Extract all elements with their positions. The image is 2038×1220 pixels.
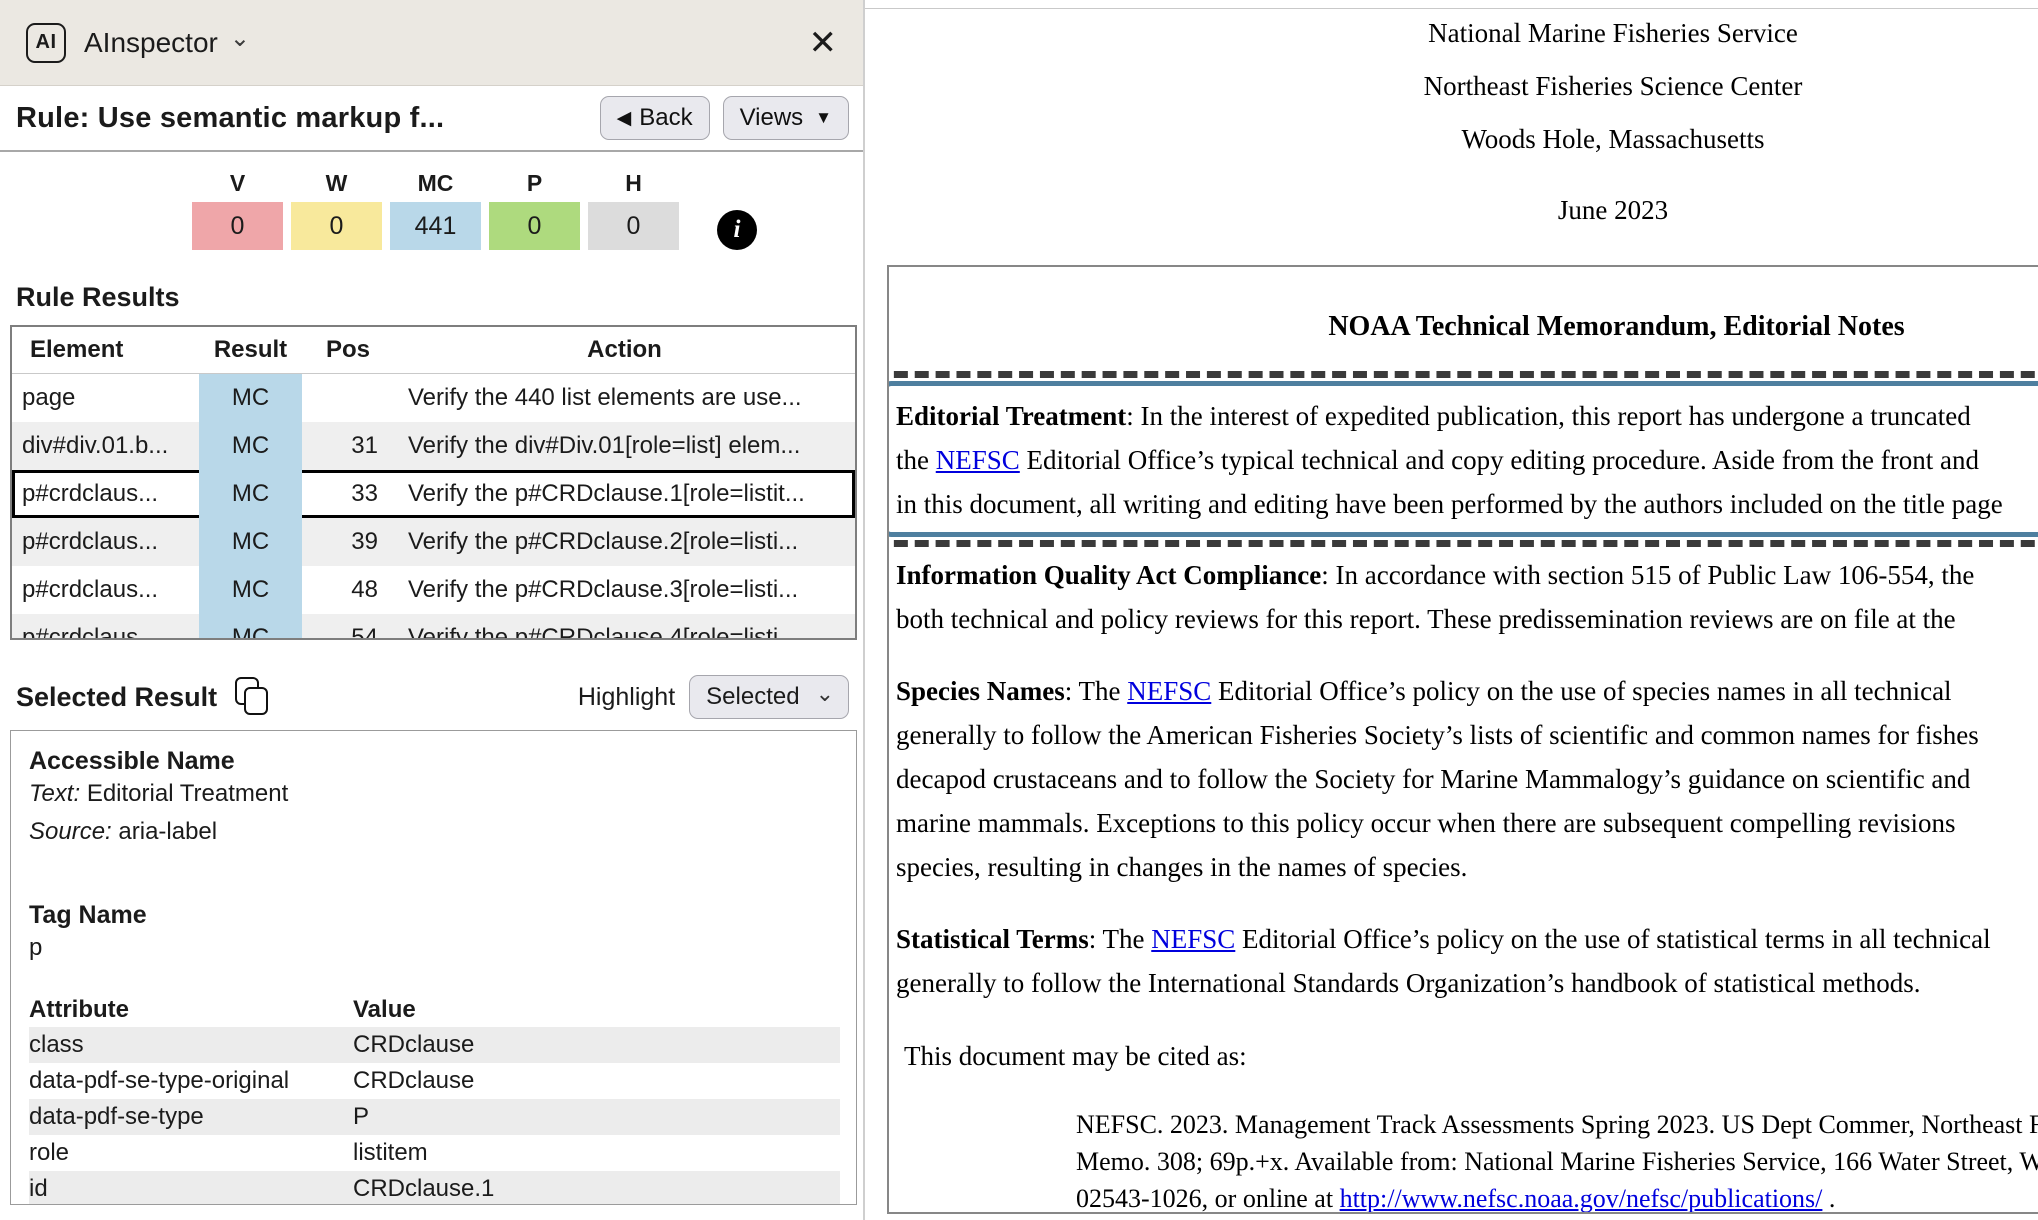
document-text-line: species, resulting in changes in the nam… <box>896 845 2038 889</box>
attributes-header-row: Attribute Value <box>29 993 840 1027</box>
app-title: AInspector <box>84 27 218 59</box>
document-text-line: marine mammals. Exceptions to this polic… <box>896 801 2038 845</box>
document-page: National Marine Fisheries Service Northea… <box>887 0 2038 1214</box>
info-icon[interactable]: i <box>717 210 757 250</box>
stat-v: V0 <box>192 170 283 250</box>
document-text-line: Memo. 308; 69p.+x. Available from: Natio… <box>1076 1143 2038 1180</box>
document-link[interactable]: http://www.nefsc.noaa.gov/nefsc/publicat… <box>1340 1184 1823 1213</box>
document-pane: National Marine Fisheries Service Northea… <box>865 0 2038 1220</box>
document-text-line: generally to follow the American Fisheri… <box>896 713 2038 757</box>
attribute-row: data-pdf-se-typeP <box>29 1099 840 1135</box>
box-title: NOAA Technical Memorandum, Editorial Not… <box>896 305 2038 349</box>
document-paragraph: Species Names: The NEFSC Editorial Offic… <box>896 669 2038 889</box>
document-paragraph: Statistical Terms: The NEFSC Editorial O… <box>896 917 2038 1005</box>
document-text-line: Statistical Terms: The NEFSC Editorial O… <box>896 917 2038 961</box>
document-paragraph: NEFSC. 2023. Management Track Assessment… <box>1076 1106 2038 1214</box>
table-row[interactable]: div#div.01.b...MC31Verify the div#Div.01… <box>12 422 855 470</box>
chevron-down-icon[interactable]: ⌄ <box>230 24 250 53</box>
accessible-name-text: Text: Editorial Treatment <box>29 777 840 811</box>
stat-w: W0 <box>291 170 382 250</box>
highlight-select[interactable]: Selected ⌄ <box>689 675 849 719</box>
document-text-line: 02543-1026, or online at http://www.nefs… <box>1076 1180 2038 1214</box>
rule-results-heading: Rule Results <box>16 282 863 313</box>
inspector-highlight-outline: Editorial Treatment: In the interest of … <box>887 371 2038 547</box>
table-row[interactable]: p#crdclaus...MC54Verify the p#CRDclause.… <box>12 614 855 640</box>
document-text-line: generally to follow the International St… <box>896 961 2038 1005</box>
stat-mc: MC441 <box>390 170 481 250</box>
selected-result-details: Accessible Name Text: Editorial Treatmen… <box>10 730 857 1205</box>
copy-icon[interactable] <box>235 677 271 717</box>
document-link[interactable]: NEFSC <box>936 445 1020 475</box>
views-dropdown-icon: ▼ <box>815 108 832 128</box>
document-date: June 2023 <box>887 188 2038 232</box>
attributes-table: Attribute Value classCRDclausedata-pdf-s… <box>29 993 840 1205</box>
document-header-line: Northeast Fisheries Science Center <box>887 64 2038 108</box>
document-text-line: Information Quality Act Compliance: In a… <box>896 553 2038 597</box>
document-text-line: decapod crustaceans and to follow the So… <box>896 757 2038 801</box>
selected-result-heading: Selected Result <box>16 682 217 713</box>
document-text-line: This document may be cited as: <box>904 1034 2038 1078</box>
accessible-name-label: Accessible Name <box>29 745 840 777</box>
highlight-label: Highlight <box>578 683 675 712</box>
attribute-row: data-pdf-se-type-originalCRDclause <box>29 1063 840 1099</box>
ainspector-logo-icon: AI <box>26 23 66 63</box>
panel-header: AI AInspector ⌄ ✕ <box>0 0 863 86</box>
back-button[interactable]: ◀ Back <box>600 96 710 140</box>
views-button[interactable]: Views ▼ <box>723 96 849 140</box>
document-text-line: both technical and policy reviews for th… <box>896 597 2038 641</box>
document-text-line: NEFSC. 2023. Management Track Assessment… <box>1076 1106 2038 1143</box>
document-text-line: in this document, all writing and editin… <box>896 482 2038 526</box>
document-paragraph: Information Quality Act Compliance: In a… <box>896 553 2038 641</box>
table-row[interactable]: p#crdclaus...MC33Verify the p#CRDclause.… <box>12 470 855 518</box>
document-link[interactable]: NEFSC <box>1127 676 1211 706</box>
document-link[interactable]: NEFSC <box>1151 924 1235 954</box>
stat-h: H0 <box>588 170 679 250</box>
document-text-line: the NEFSC Editorial Office’s typical tec… <box>896 438 2038 482</box>
table-row[interactable]: p#crdclaus...MC48Verify the p#CRDclause.… <box>12 566 855 614</box>
document-text-line: Species Names: The NEFSC Editorial Offic… <box>896 669 2038 713</box>
select-caret-icon: ⌄ <box>816 681 834 707</box>
back-arrow-icon: ◀ <box>617 107 632 130</box>
result-summary: V0W0MC441P0H0 i <box>192 170 863 250</box>
rule-title: Rule: Use semantic markup f... <box>16 102 444 135</box>
table-row[interactable]: pageMCVerify the 440 list elements are u… <box>12 374 855 422</box>
rule-results-table: Element Result Pos Action pageMCVerify t… <box>10 325 857 640</box>
document-paragraph: This document may be cited as: <box>896 1034 2038 1078</box>
highlighted-element: Editorial Treatment: In the interest of … <box>887 381 2038 537</box>
attribute-row: classCRDclause <box>29 1027 840 1063</box>
rule-toolbar: Rule: Use semantic markup f... ◀ Back Vi… <box>0 86 863 152</box>
table-row[interactable]: p#crdclaus...MC39Verify the p#CRDclause.… <box>12 518 855 566</box>
accessible-name-source: Source: aria-label <box>29 815 840 849</box>
editorial-notes-box: NOAA Technical Memorandum, Editorial Not… <box>887 265 2038 1214</box>
document-text-line: Editorial Treatment: In the interest of … <box>896 394 2038 438</box>
document-header-line: Woods Hole, Massachusetts <box>887 117 2038 161</box>
selected-result-toolbar: Selected Result Highlight Selected ⌄ <box>16 674 849 720</box>
close-icon[interactable]: ✕ <box>809 26 838 60</box>
attribute-row: rolelistitem <box>29 1135 840 1171</box>
ainspector-panel: AI AInspector ⌄ ✕ Rule: Use semantic mar… <box>0 0 865 1220</box>
table-header-row: Element Result Pos Action <box>12 327 855 374</box>
tag-name-value: p <box>29 931 840 965</box>
stat-p: P0 <box>489 170 580 250</box>
document-header-line: National Marine Fisheries Service <box>887 11 2038 55</box>
attribute-row: idCRDclause.1 <box>29 1171 840 1205</box>
tag-name-label: Tag Name <box>29 899 840 931</box>
document-header: National Marine Fisheries Service Northea… <box>887 0 2038 161</box>
